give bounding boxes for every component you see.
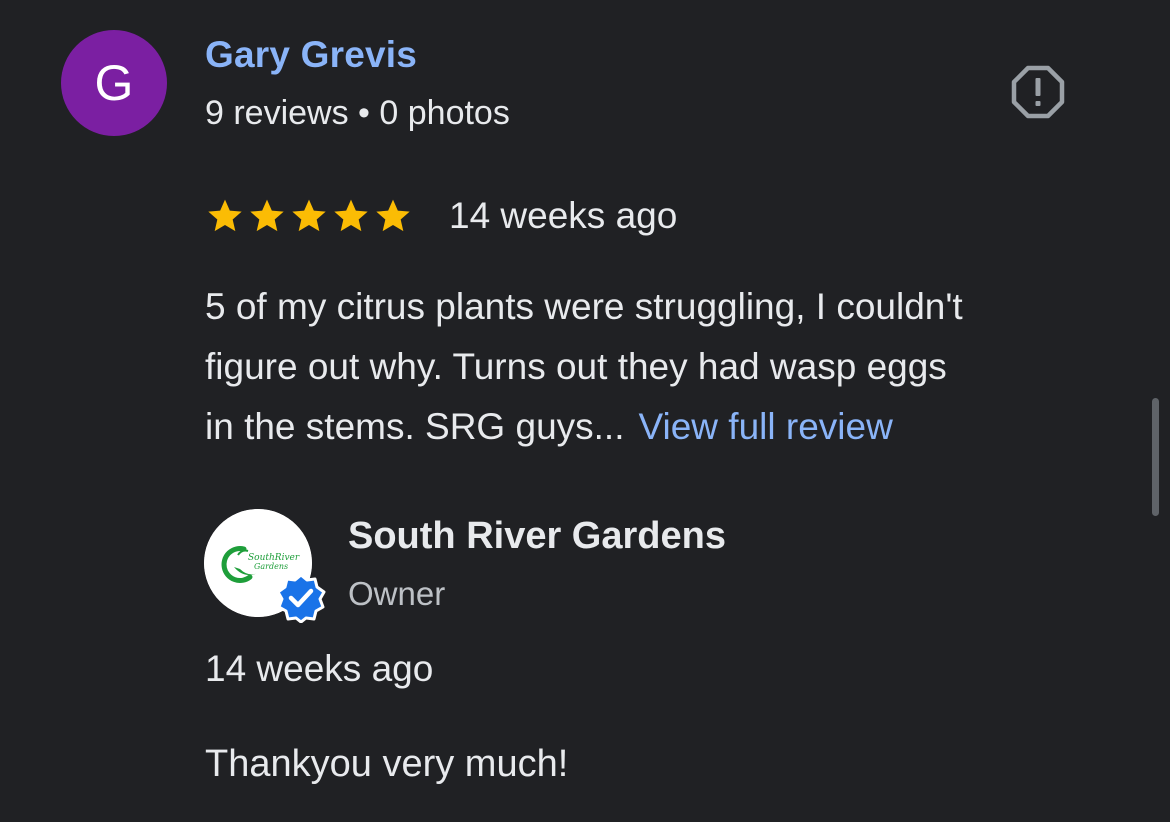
review-text: 5 of my citrus plants were struggling, I… — [205, 277, 1125, 457]
star-rating — [205, 196, 413, 236]
report-flag-icon — [1011, 65, 1065, 119]
review-text-line: figure out why. Turns out they had wasp … — [205, 346, 947, 387]
reviewer-meta: 9 reviews • 0 photos — [205, 94, 510, 132]
view-full-review-link[interactable]: View full review — [638, 406, 892, 447]
star-icon — [250, 199, 284, 232]
reply-time: 14 weeks ago — [205, 648, 434, 689]
review-text-line-end: in the stems. SRG guys... — [205, 406, 625, 447]
verified-badge-icon — [276, 573, 326, 623]
svg-text:Gardens: Gardens — [254, 562, 288, 571]
review-time: 14 weeks ago — [449, 195, 678, 236]
review-text-line: 5 of my citrus plants were struggling, I… — [205, 286, 963, 327]
owner-business-name[interactable]: South River Gardens — [348, 515, 726, 558]
reviewer-avatar[interactable]: G — [61, 30, 167, 136]
review-text-line: in the stems. SRG guys... View full revie… — [205, 397, 1125, 457]
reviewer-name[interactable]: Gary Grevis — [205, 34, 417, 76]
report-review-button[interactable] — [1010, 64, 1066, 120]
star-icon — [376, 199, 410, 232]
reply-text: Thankyou very much! — [205, 743, 569, 785]
avatar-letter: G — [94, 55, 134, 111]
scrollbar-thumb[interactable] — [1152, 398, 1159, 516]
star-icon — [208, 199, 242, 232]
owner-avatar[interactable]: SouthRiver Gardens — [204, 509, 326, 623]
star-icon — [334, 199, 368, 232]
star-icon — [292, 199, 326, 232]
owner-role: Owner — [348, 575, 446, 612]
rating-row: 14 weeks ago — [205, 194, 677, 238]
